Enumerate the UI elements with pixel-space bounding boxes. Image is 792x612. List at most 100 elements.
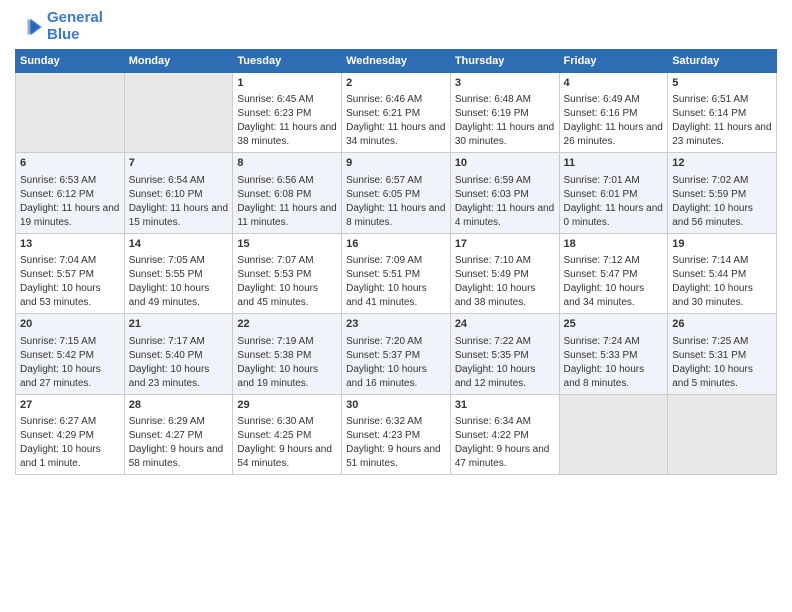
sunrise-text: Sunrise: 6:49 AM — [564, 93, 664, 107]
day-number: 4 — [564, 76, 664, 91]
calendar-cell: 8 Sunrise: 6:56 AMSunset: 6:08 PMDaylight… — [233, 153, 342, 233]
calendar-cell — [668, 394, 777, 474]
sunrise-text: Sunrise: 6:56 AM — [237, 174, 337, 188]
calendar-cell: 21Sunrise: 7:17 AMSunset: 5:40 PMDayligh… — [124, 314, 233, 394]
calendar-cell: 15Sunrise: 7:07 AMSunset: 5:53 PMDayligh… — [233, 233, 342, 313]
calendar-cell — [16, 73, 125, 153]
calendar-cell: 11Sunrise: 7:01 AMSunset: 6:01 PMDayligh… — [559, 153, 668, 233]
logo-general: General — [47, 9, 103, 26]
daylight-text: Daylight: 10 hours and 8 minutes. — [564, 363, 664, 391]
sunrise-text: Sunrise: 7:12 AM — [564, 254, 664, 268]
calendar-page: General Blue SundayMondayTuesdayWednesda… — [0, 0, 792, 612]
daylight-text: Daylight: 11 hours and 34 minutes. — [346, 121, 446, 149]
daylight-text: Daylight: 9 hours and 58 minutes. — [129, 443, 229, 471]
calendar-cell: 17Sunrise: 7:10 AMSunset: 5:49 PMDayligh… — [450, 233, 559, 313]
sunset-text: Sunset: 6:03 PM — [455, 188, 555, 202]
day-number: 2 — [346, 76, 446, 91]
daylight-text: Daylight: 11 hours and 38 minutes. — [237, 121, 337, 149]
calendar-cell: 7 Sunrise: 6:54 AMSunset: 6:10 PMDaylight… — [124, 153, 233, 233]
sunrise-text: Sunrise: 7:20 AM — [346, 335, 446, 349]
daylight-text: Daylight: 10 hours and 34 minutes. — [564, 282, 664, 310]
sunset-text: Sunset: 5:33 PM — [564, 349, 664, 363]
day-number: 12 — [672, 156, 772, 171]
day-number: 26 — [672, 317, 772, 332]
sunrise-text: Sunrise: 6:46 AM — [346, 93, 446, 107]
sunrise-text: Sunrise: 7:07 AM — [237, 254, 337, 268]
sunset-text: Sunset: 5:38 PM — [237, 349, 337, 363]
sunset-text: Sunset: 6:08 PM — [237, 188, 337, 202]
sunset-text: Sunset: 4:22 PM — [455, 429, 555, 443]
day-number: 6 — [20, 156, 120, 171]
day-number: 23 — [346, 317, 446, 332]
daylight-text: Daylight: 9 hours and 54 minutes. — [237, 443, 337, 471]
sunrise-text: Sunrise: 6:54 AM — [129, 174, 229, 188]
logo-text: General Blue — [47, 10, 103, 43]
weekday-header-row: SundayMondayTuesdayWednesdayThursdayFrid… — [16, 50, 777, 73]
day-number: 5 — [672, 76, 772, 91]
sunrise-text: Sunrise: 6:48 AM — [455, 93, 555, 107]
sunset-text: Sunset: 5:59 PM — [672, 188, 772, 202]
calendar-cell: 20Sunrise: 7:15 AMSunset: 5:42 PMDayligh… — [16, 314, 125, 394]
sunrise-text: Sunrise: 6:57 AM — [346, 174, 446, 188]
daylight-text: Daylight: 10 hours and 53 minutes. — [20, 282, 120, 310]
daylight-text: Daylight: 10 hours and 41 minutes. — [346, 282, 446, 310]
calendar-cell: 10Sunrise: 6:59 AMSunset: 6:03 PMDayligh… — [450, 153, 559, 233]
calendar-cell: 26Sunrise: 7:25 AMSunset: 5:31 PMDayligh… — [668, 314, 777, 394]
daylight-text: Daylight: 11 hours and 15 minutes. — [129, 202, 229, 230]
daylight-text: Daylight: 11 hours and 26 minutes. — [564, 121, 664, 149]
sunset-text: Sunset: 5:44 PM — [672, 268, 772, 282]
logo-icon — [15, 13, 43, 41]
calendar-cell: 28Sunrise: 6:29 AMSunset: 4:27 PMDayligh… — [124, 394, 233, 474]
weekday-header-wednesday: Wednesday — [342, 50, 451, 73]
sunset-text: Sunset: 6:21 PM — [346, 107, 446, 121]
sunrise-text: Sunrise: 7:19 AM — [237, 335, 337, 349]
day-number: 1 — [237, 76, 337, 91]
sunset-text: Sunset: 5:51 PM — [346, 268, 446, 282]
calendar-cell: 31Sunrise: 6:34 AMSunset: 4:22 PMDayligh… — [450, 394, 559, 474]
sunrise-text: Sunrise: 6:59 AM — [455, 174, 555, 188]
day-number: 20 — [20, 317, 120, 332]
day-number: 25 — [564, 317, 664, 332]
sunrise-text: Sunrise: 7:25 AM — [672, 335, 772, 349]
daylight-text: Daylight: 10 hours and 16 minutes. — [346, 363, 446, 391]
calendar-week-row: 13Sunrise: 7:04 AMSunset: 5:57 PMDayligh… — [16, 233, 777, 313]
day-number: 28 — [129, 398, 229, 413]
day-number: 17 — [455, 237, 555, 252]
sunset-text: Sunset: 4:25 PM — [237, 429, 337, 443]
logo-blue: Blue — [47, 26, 80, 43]
day-number: 27 — [20, 398, 120, 413]
day-number: 11 — [564, 156, 664, 171]
day-number: 15 — [237, 237, 337, 252]
sunrise-text: Sunrise: 6:34 AM — [455, 415, 555, 429]
daylight-text: Daylight: 11 hours and 4 minutes. — [455, 202, 555, 230]
calendar-cell: 24Sunrise: 7:22 AMSunset: 5:35 PMDayligh… — [450, 314, 559, 394]
calendar-cell: 25Sunrise: 7:24 AMSunset: 5:33 PMDayligh… — [559, 314, 668, 394]
sunrise-text: Sunrise: 7:01 AM — [564, 174, 664, 188]
daylight-text: Daylight: 9 hours and 47 minutes. — [455, 443, 555, 471]
sunrise-text: Sunrise: 7:02 AM — [672, 174, 772, 188]
day-number: 7 — [129, 156, 229, 171]
page-header: General Blue — [15, 10, 777, 43]
daylight-text: Daylight: 11 hours and 11 minutes. — [237, 202, 337, 230]
day-number: 3 — [455, 76, 555, 91]
daylight-text: Daylight: 10 hours and 12 minutes. — [455, 363, 555, 391]
daylight-text: Daylight: 10 hours and 23 minutes. — [129, 363, 229, 391]
calendar-week-row: 20Sunrise: 7:15 AMSunset: 5:42 PMDayligh… — [16, 314, 777, 394]
calendar-cell: 4 Sunrise: 6:49 AMSunset: 6:16 PMDaylight… — [559, 73, 668, 153]
calendar-cell: 13Sunrise: 7:04 AMSunset: 5:57 PMDayligh… — [16, 233, 125, 313]
day-number: 22 — [237, 317, 337, 332]
calendar-cell: 5Sunrise: 6:51 AMSunset: 6:14 PMDaylight… — [668, 73, 777, 153]
calendar-cell: 12Sunrise: 7:02 AMSunset: 5:59 PMDayligh… — [668, 153, 777, 233]
daylight-text: Daylight: 10 hours and 30 minutes. — [672, 282, 772, 310]
calendar-cell: 18Sunrise: 7:12 AMSunset: 5:47 PMDayligh… — [559, 233, 668, 313]
calendar-cell: 3Sunrise: 6:48 AMSunset: 6:19 PMDaylight… — [450, 73, 559, 153]
calendar-cell: 14Sunrise: 7:05 AMSunset: 5:55 PMDayligh… — [124, 233, 233, 313]
calendar-cell: 9Sunrise: 6:57 AMSunset: 6:05 PMDaylight… — [342, 153, 451, 233]
sunset-text: Sunset: 6:16 PM — [564, 107, 664, 121]
day-number: 8 — [237, 156, 337, 171]
sunrise-text: Sunrise: 6:27 AM — [20, 415, 120, 429]
calendar-cell: 6Sunrise: 6:53 AMSunset: 6:12 PMDaylight… — [16, 153, 125, 233]
calendar-cell: 27Sunrise: 6:27 AMSunset: 4:29 PMDayligh… — [16, 394, 125, 474]
sunrise-text: Sunrise: 7:15 AM — [20, 335, 120, 349]
sunset-text: Sunset: 6:10 PM — [129, 188, 229, 202]
